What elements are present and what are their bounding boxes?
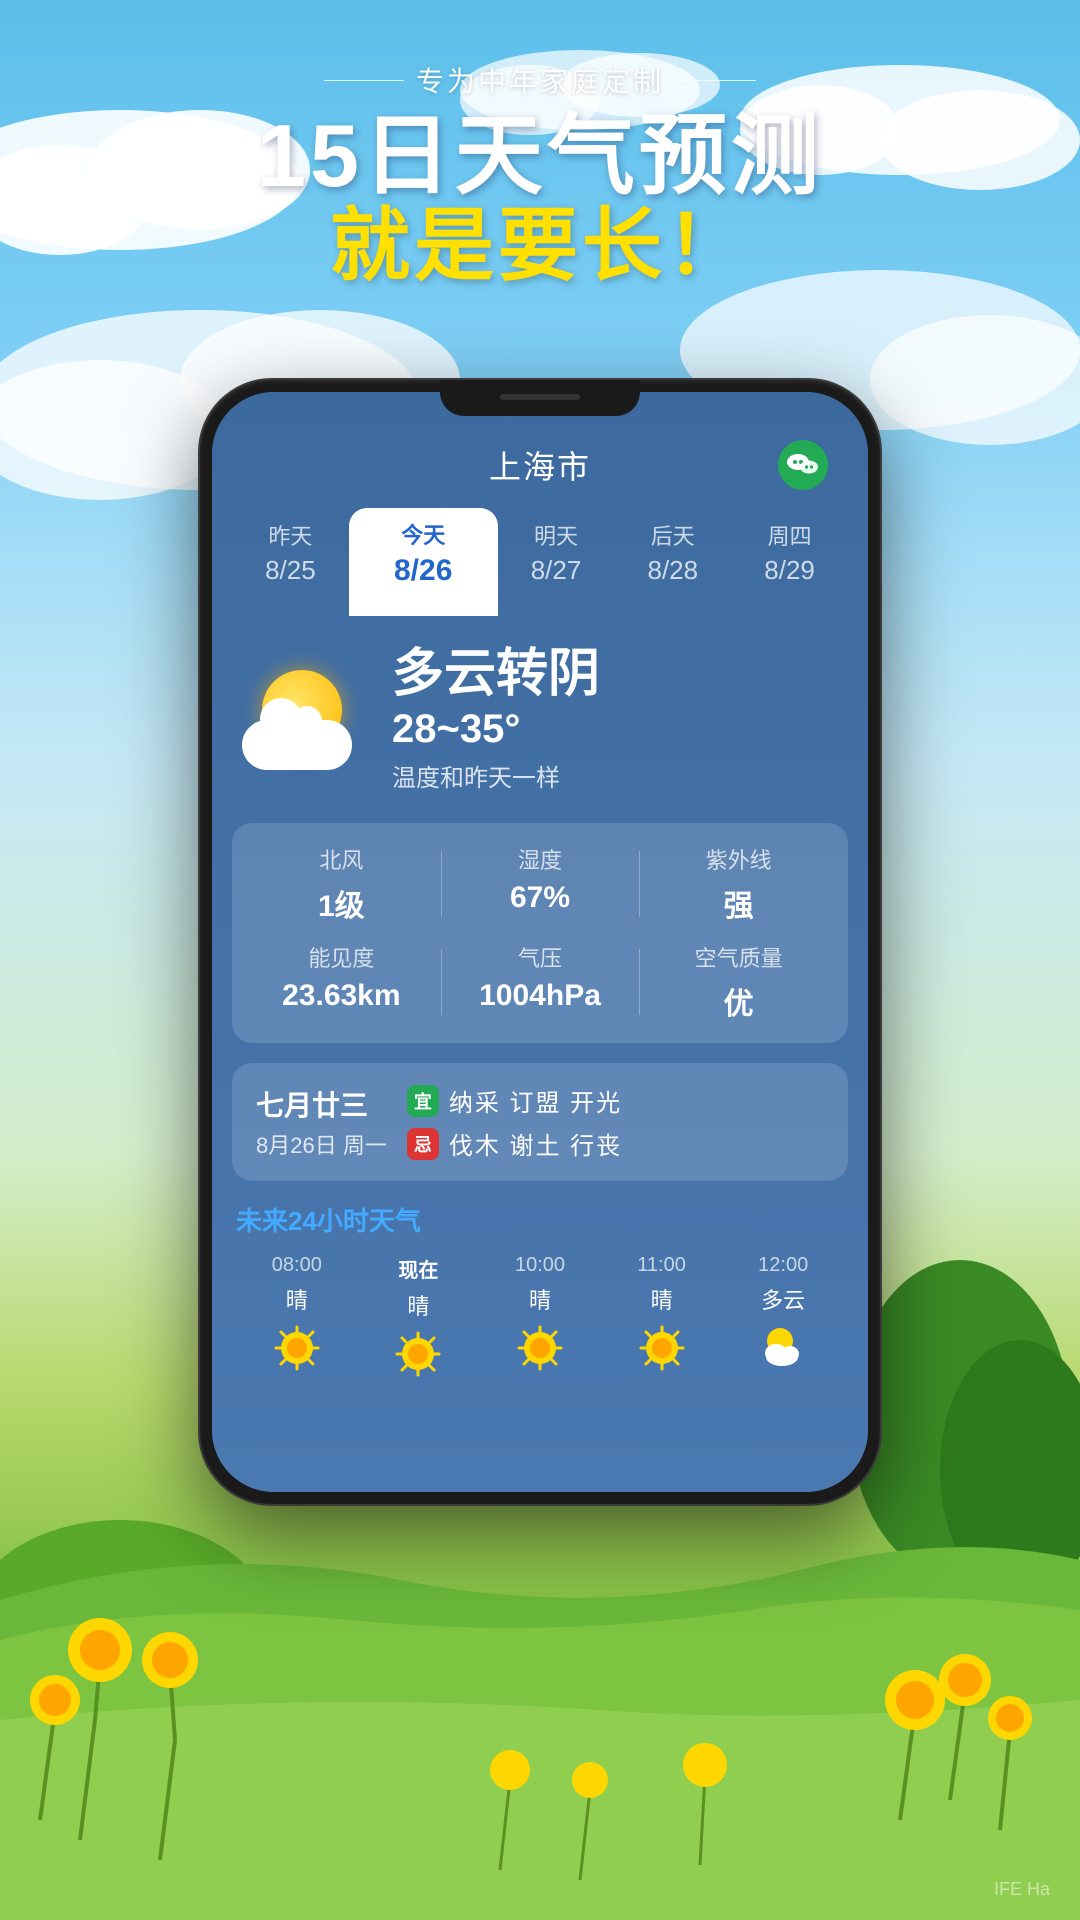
tab-today[interactable]: 今天 8/26 bbox=[349, 508, 498, 616]
weather-icon-wrap bbox=[242, 670, 382, 770]
speaker-grille bbox=[500, 394, 580, 400]
main-title: 15日天气预测 bbox=[0, 110, 1080, 202]
tab-thu-date: 8/29 bbox=[731, 555, 848, 586]
day-tabs: 昨天 8/25 今天 8/26 明天 8/27 后天 8/28 bbox=[212, 508, 868, 596]
lunar-date: 七月廿三 bbox=[256, 1084, 387, 1124]
detail-visibility: 能见度 23.63km bbox=[242, 941, 441, 1023]
fc-time-1100: 11:00 bbox=[601, 1254, 723, 1277]
watermark: IFE Ha bbox=[994, 1879, 1050, 1900]
tab-day-after-date: 8/28 bbox=[614, 555, 731, 586]
forecast-item-1200: 12:00 多云 bbox=[722, 1254, 844, 1379]
weather-main: 多云转阴 28~35° 温度和昨天一样 bbox=[212, 626, 868, 803]
fc-time-now: 现在 bbox=[358, 1254, 480, 1283]
detail-wind: 北风 1级 bbox=[242, 843, 441, 925]
wind-value: 1级 bbox=[242, 881, 441, 925]
notch bbox=[440, 380, 640, 416]
tab-today-date: 8/26 bbox=[365, 554, 482, 588]
fc-icon-1000 bbox=[515, 1323, 565, 1373]
humidity-value: 67% bbox=[441, 881, 640, 915]
good-badge: 宜 bbox=[407, 1085, 439, 1117]
tab-day-after[interactable]: 后天 8/28 bbox=[614, 519, 731, 586]
fc-time-1000: 10:00 bbox=[479, 1254, 601, 1277]
weather-description: 多云转阴 bbox=[392, 646, 838, 703]
forecast-item-1000: 10:00 晴 bbox=[479, 1254, 601, 1379]
details-card: 北风 1级 湿度 67% 紫外线 强 bbox=[232, 823, 848, 1043]
forecast-item-now: 现在 晴 bbox=[358, 1254, 480, 1379]
subtitle-text: 专为中年家庭定制 bbox=[416, 60, 664, 100]
wechat-icon[interactable] bbox=[778, 440, 828, 490]
tab-yesterday-label: 昨天 bbox=[232, 519, 349, 551]
tab-thu[interactable]: 周四 8/29 bbox=[731, 519, 848, 586]
calendar-bad-row: 忌 伐木 谢土 行丧 bbox=[407, 1126, 824, 1161]
fc-icon-1200 bbox=[758, 1323, 808, 1373]
city-name: 上海市 bbox=[489, 442, 591, 488]
detail-uv: 紫外线 强 bbox=[639, 843, 838, 925]
good-items: 纳采 订盟 开光 bbox=[449, 1083, 622, 1118]
wind-label: 北风 bbox=[242, 843, 441, 875]
temperature-range: 28~35° bbox=[392, 707, 838, 752]
city-row: 上海市 bbox=[212, 442, 868, 488]
cloud-shape bbox=[242, 720, 352, 770]
aqi-value: 优 bbox=[639, 979, 838, 1023]
bad-badge: 忌 bbox=[407, 1128, 439, 1160]
aqi-label: 空气质量 bbox=[639, 941, 838, 973]
temperature-note: 温度和昨天一样 bbox=[392, 758, 838, 793]
phone-mockup: 上海市 bbox=[200, 380, 880, 1504]
bad-items: 伐木 谢土 行丧 bbox=[449, 1126, 622, 1161]
fc-desc-now: 晴 bbox=[358, 1289, 480, 1321]
forecast-item-0800: 08:00 晴 bbox=[236, 1254, 358, 1379]
subtitle-line: 专为中年家庭定制 bbox=[0, 60, 1080, 100]
forecast-section: 未来24小时天气 08:00 晴 bbox=[212, 1201, 868, 1389]
fc-icon-0800 bbox=[272, 1323, 322, 1373]
pressure-label: 气压 bbox=[441, 941, 640, 973]
uv-label: 紫外线 bbox=[639, 843, 838, 875]
partly-cloudy-icon bbox=[242, 670, 372, 770]
tab-yesterday-date: 8/25 bbox=[232, 555, 349, 586]
calendar-good-row: 宜 纳采 订盟 开光 bbox=[407, 1083, 824, 1118]
dash-right bbox=[676, 80, 756, 81]
solar-date: 8月26日 周一 bbox=[256, 1128, 387, 1160]
dash-left bbox=[324, 80, 404, 81]
tab-tomorrow[interactable]: 明天 8/27 bbox=[498, 519, 615, 586]
tab-day-after-label: 后天 bbox=[614, 519, 731, 551]
tab-yesterday[interactable]: 昨天 8/25 bbox=[232, 519, 349, 586]
header-area: 专为中年家庭定制 15日天气预测 就是要长！ bbox=[0, 60, 1080, 290]
fc-icon-now bbox=[393, 1329, 443, 1379]
detail-pressure: 气压 1004hPa bbox=[441, 941, 640, 1023]
phone-screen: 上海市 bbox=[212, 392, 868, 1492]
fc-desc-1200: 多云 bbox=[722, 1283, 844, 1315]
forecast-title: 未来24小时天气 bbox=[236, 1201, 844, 1238]
pressure-value: 1004hPa bbox=[441, 979, 640, 1013]
calendar-card: 七月廿三 8月26日 周一 宜 纳采 订盟 开光 忌 伐木 谢土 行丧 bbox=[232, 1063, 848, 1181]
fc-time-0800: 08:00 bbox=[236, 1254, 358, 1277]
fc-desc-1100: 晴 bbox=[601, 1283, 723, 1315]
uv-value: 强 bbox=[639, 881, 838, 925]
phone-inner: 上海市 bbox=[212, 392, 868, 1492]
detail-aqi: 空气质量 优 bbox=[639, 941, 838, 1023]
forecast-scroll: 08:00 晴 bbox=[236, 1254, 844, 1379]
visibility-label: 能见度 bbox=[242, 941, 441, 973]
fc-desc-0800: 晴 bbox=[236, 1283, 358, 1315]
weather-info: 多云转阴 28~35° 温度和昨天一样 bbox=[382, 646, 838, 793]
sub-title: 就是要长！ bbox=[0, 202, 1080, 290]
forecast-item-1100: 11:00 晴 bbox=[601, 1254, 723, 1379]
fc-icon-1100 bbox=[637, 1323, 687, 1373]
tab-tomorrow-date: 8/27 bbox=[498, 555, 615, 586]
details-row-2: 能见度 23.63km 气压 1004hPa 空气质量 优 bbox=[242, 941, 838, 1023]
phone-outer: 上海市 bbox=[200, 380, 880, 1504]
tab-today-label: 今天 bbox=[365, 518, 482, 550]
fc-time-1200: 12:00 bbox=[722, 1254, 844, 1277]
calendar-left: 七月廿三 8月26日 周一 bbox=[256, 1084, 387, 1160]
humidity-label: 湿度 bbox=[441, 843, 640, 875]
fc-desc-1000: 晴 bbox=[479, 1283, 601, 1315]
detail-humidity: 湿度 67% bbox=[441, 843, 640, 925]
visibility-value: 23.63km bbox=[242, 979, 441, 1013]
details-row-1: 北风 1级 湿度 67% 紫外线 强 bbox=[242, 843, 838, 925]
calendar-right: 宜 纳采 订盟 开光 忌 伐木 谢土 行丧 bbox=[407, 1083, 824, 1161]
tab-thu-label: 周四 bbox=[731, 519, 848, 551]
tab-tomorrow-label: 明天 bbox=[498, 519, 615, 551]
